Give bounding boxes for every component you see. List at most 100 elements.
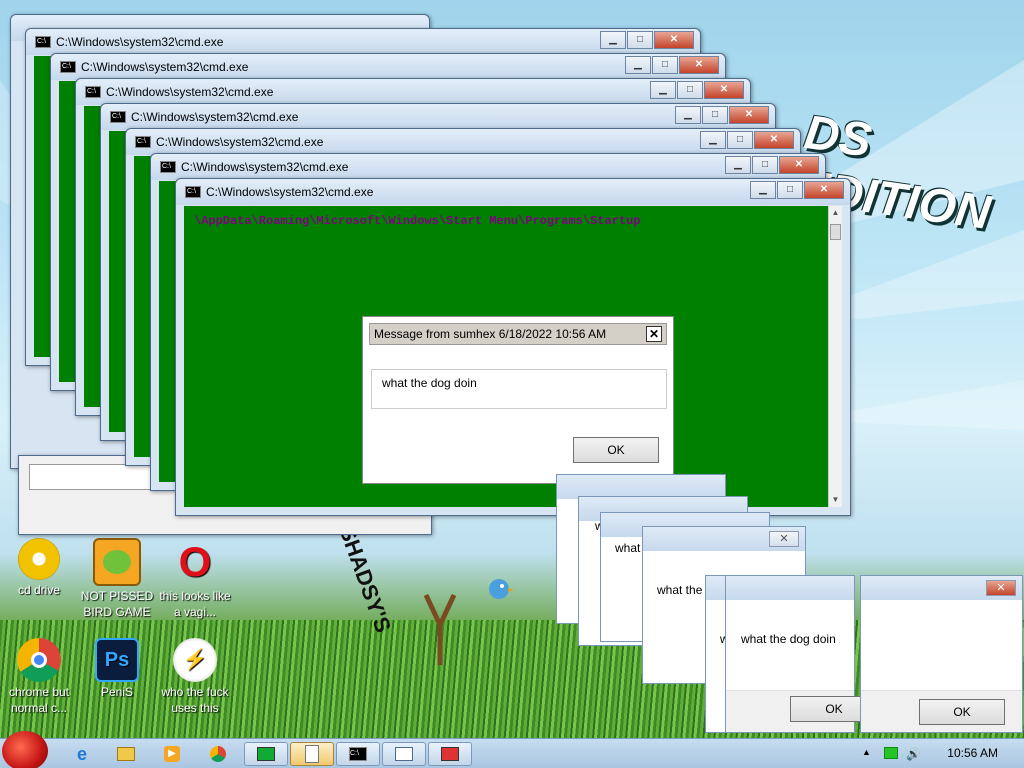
message-dialog-titlebar[interactable]: Message from sumhex 6/18/2022 10:56 AM ✕ <box>369 323 667 345</box>
message-box-7-ok-button[interactable]: OK <box>919 699 1005 725</box>
speaker-icon[interactable]: 🔊 <box>906 747 921 761</box>
cmd-window-1-titlebar[interactable]: C:\ C:\Windows\system32\cmd.exe ▁ □ ✕ <box>26 29 700 55</box>
cmd-window-2-titlebar[interactable]: C:\ C:\Windows\system32\cmd.exe ▁ □ ✕ <box>51 54 725 80</box>
taskbar-clock[interactable]: 10:56 AM <box>947 746 998 760</box>
maximize-button[interactable]: □ <box>727 131 753 149</box>
message-box-6-footer: OK <box>726 690 878 732</box>
close-icon[interactable]: ✕ <box>986 580 1016 596</box>
close-button[interactable]: ✕ <box>729 106 769 124</box>
cmd-window-5-titlebar[interactable]: C:\ C:\Windows\system32\cmd.exe ▁ □ ✕ <box>126 129 800 155</box>
slingshot-icon <box>423 593 457 665</box>
angry-birds-icon <box>93 538 141 586</box>
desktop-icon-label: chrome but normal c... <box>8 685 70 715</box>
cmd-window-3-titlebar[interactable]: C:\ C:\Windows\system32\cmd.exe ▁ □ ✕ <box>76 79 750 105</box>
cmd-icon: C:\ <box>160 161 176 173</box>
maximize-button[interactable]: □ <box>702 106 728 124</box>
message-dialog-text: what the dog doin <box>382 376 477 390</box>
desktop-icon-chrome[interactable]: chrome but normal c... <box>0 638 78 716</box>
close-button[interactable]: ✕ <box>679 56 719 74</box>
desktop-icon-photoshop[interactable]: Ps PeniS <box>78 638 156 700</box>
minimize-button[interactable]: ▁ <box>725 156 751 174</box>
cmd-window-5-title: C:\Windows\system32\cmd.exe <box>156 135 324 149</box>
close-icon[interactable]: ✕ <box>769 531 799 547</box>
maximize-button[interactable]: □ <box>752 156 778 174</box>
message-dialog-ok-button[interactable]: OK <box>573 437 659 463</box>
message-box-7[interactable]: ✕ OK <box>860 575 1023 733</box>
message-box-7-titlebar[interactable]: ✕ <box>861 576 1022 600</box>
desktop-icon-label: NOT PISSED BIRD GAME <box>80 589 154 619</box>
maximize-button[interactable]: □ <box>652 56 678 74</box>
explorer-icon[interactable] <box>106 742 146 766</box>
network-icon[interactable] <box>884 747 898 759</box>
minimize-button[interactable]: ▁ <box>625 56 651 74</box>
cmd-icon: C:\ <box>85 86 101 98</box>
notepad-icon[interactable] <box>290 742 334 766</box>
desktop-icon-label: who the fuck uses this <box>161 685 229 715</box>
chrome-icon[interactable] <box>198 742 238 766</box>
minimize-button[interactable]: ▁ <box>650 81 676 99</box>
taskbar: e ▶ C:\ ▲ 🔊 10:56 AM <box>0 731 1024 768</box>
message-box-6-text: what the dog doin <box>741 632 836 646</box>
cmd-window-4-title: C:\Windows\system32\cmd.exe <box>131 110 299 124</box>
desktop-icon-bird-game[interactable]: NOT PISSED BIRD GAME <box>78 538 156 620</box>
blue-bird-icon <box>489 579 514 599</box>
chrome-icon <box>17 638 61 682</box>
close-button[interactable]: ✕ <box>704 81 744 99</box>
desktop-icon-label: PeniS <box>100 685 134 699</box>
minimize-button[interactable]: ▁ <box>700 131 726 149</box>
desktop-icon-label: cd drive <box>17 583 61 597</box>
close-button[interactable]: ✕ <box>654 31 694 49</box>
cmd-window-front-scrollbar[interactable]: ▲ ▼ <box>828 206 842 507</box>
close-icon[interactable]: ✕ <box>646 326 662 342</box>
task-manager-icon[interactable] <box>244 742 288 766</box>
photoshop-icon: Ps <box>95 638 139 682</box>
cmd-icon: C:\ <box>110 111 126 123</box>
cmd-window-4-titlebar[interactable]: C:\ C:\Windows\system32\cmd.exe ▁ □ ✕ <box>101 104 775 130</box>
message-box-6-titlebar[interactable] <box>726 576 854 600</box>
minimize-button[interactable]: ▁ <box>750 181 776 199</box>
cmd-window-front-titlebar[interactable]: C:\ C:\Windows\system32\cmd.exe ▁ □ ✕ <box>176 179 850 205</box>
cmd-icon: C:\ <box>185 186 201 198</box>
maximize-button[interactable]: □ <box>777 181 803 199</box>
close-button[interactable]: ✕ <box>754 131 794 149</box>
message-box-3-text: what <box>615 541 641 555</box>
cmd-icon: C:\ <box>135 136 151 148</box>
cmd-window-3-title: C:\Windows\system32\cmd.exe <box>106 85 274 99</box>
cmd-window-6-titlebar[interactable]: C:\ C:\Windows\system32\cmd.exe ▁ □ ✕ <box>151 154 825 180</box>
cmd-window-2-title: C:\Windows\system32\cmd.exe <box>81 60 249 74</box>
minimize-button[interactable]: ▁ <box>600 31 626 49</box>
ie-icon[interactable]: e <box>62 742 102 766</box>
cmd-icon[interactable]: C:\ <box>336 742 380 766</box>
cmd-window-front-title: C:\Windows\system32\cmd.exe <box>206 185 374 199</box>
maximize-button[interactable]: □ <box>627 31 653 49</box>
window-icon[interactable] <box>382 742 426 766</box>
winamp-icon: ⚡ <box>173 638 217 682</box>
console-output-line: \AppData\Roaming\Microsoft\Windows\Start… <box>194 214 641 228</box>
cmd-window-6-title: C:\Windows\system32\cmd.exe <box>181 160 349 174</box>
message-dialog-text-area[interactable]: what the dog doin <box>371 369 667 409</box>
message-box-4-titlebar[interactable]: ✕ <box>643 527 805 551</box>
cmd-window-1-title: C:\Windows\system32\cmd.exe <box>56 35 224 49</box>
start-button[interactable] <box>2 731 48 768</box>
cd-drive-icon <box>18 538 60 580</box>
opera-icon: O <box>178 538 212 585</box>
desktop-icon-cd-drive[interactable]: cd drive <box>0 538 78 598</box>
close-button[interactable]: ✕ <box>804 181 844 199</box>
close-button[interactable]: ✕ <box>779 156 819 174</box>
show-hidden-icons-icon[interactable]: ▲ <box>862 747 871 757</box>
message-box-7-footer: OK <box>861 690 1022 732</box>
maximize-button[interactable]: □ <box>677 81 703 99</box>
cmd-icon: C:\ <box>35 36 51 48</box>
message-box-6[interactable]: what the dog doin OK <box>725 575 878 733</box>
desktop-icon-label: this looks like a vagi... <box>159 589 231 619</box>
paint-icon[interactable] <box>428 742 472 766</box>
desktop-icon-opera[interactable]: O this looks like a vagi... <box>156 538 234 620</box>
scroll-thumb[interactable] <box>830 224 841 240</box>
message-box-4-text: what the <box>657 583 703 597</box>
minimize-button[interactable]: ▁ <box>675 106 701 124</box>
media-player-icon[interactable]: ▶ <box>152 742 192 766</box>
message-dialog-title: Message from sumhex 6/18/2022 10:56 AM <box>374 327 607 341</box>
cmd-icon: C:\ <box>60 61 76 73</box>
message-dialog[interactable]: Message from sumhex 6/18/2022 10:56 AM ✕… <box>362 316 674 484</box>
desktop-icon-winamp[interactable]: ⚡ who the fuck uses this <box>156 638 234 716</box>
